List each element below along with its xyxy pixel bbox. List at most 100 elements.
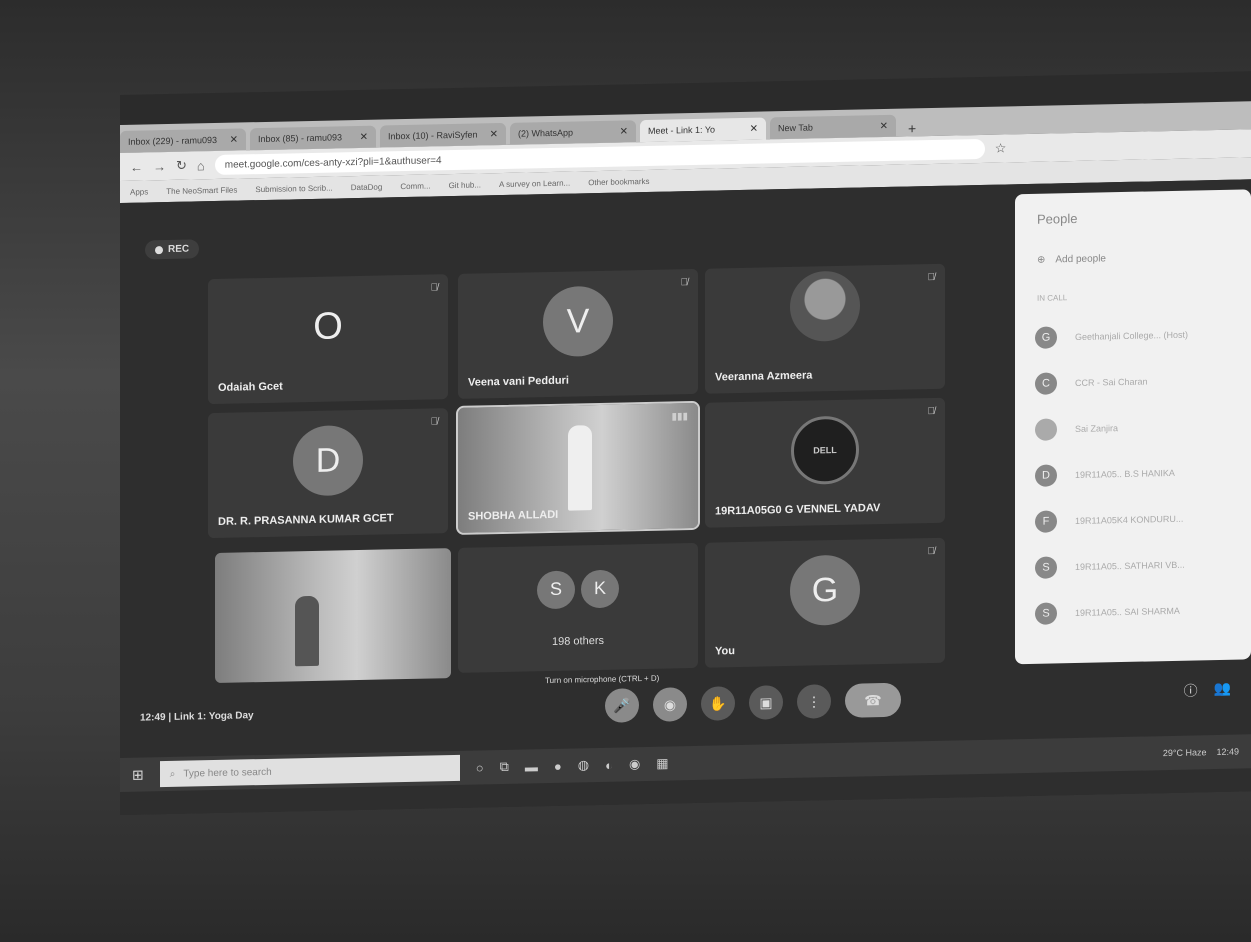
participant-name: DR. R. PRASANNA KUMAR GCET — [218, 512, 394, 528]
windows-taskbar: ⊞ ⌕ Type here to search ○ ⧉ ▬ ● ◍ ◐ ◉ ▦ … — [120, 734, 1251, 792]
search-icon: ⌕ — [169, 768, 176, 780]
bookmark-item[interactable]: Git hub... — [449, 180, 481, 190]
bookmark-item[interactable]: The NeoSmart Files — [166, 185, 237, 195]
record-dot-icon — [155, 245, 163, 254]
video-person — [295, 595, 319, 667]
star-icon[interactable]: ☆ — [995, 140, 1007, 156]
mic-muted-icon: 🎙̸ — [680, 277, 689, 289]
participant-avatar: C — [1035, 372, 1057, 395]
browser-tab[interactable]: Inbox (10) - RaviSyfen ✕ — [380, 122, 506, 148]
home-icon[interactable]: ⌂ — [197, 158, 205, 173]
participant-name: You — [715, 645, 735, 658]
firefox-icon[interactable]: ● — [554, 758, 562, 773]
browser-tab[interactable]: Inbox (229) - ramu093 ✕ — [120, 128, 246, 153]
participant-tile[interactable]: D 🎙̸ DR. R. PRASANNA KUMAR GCET — [208, 408, 448, 539]
close-icon[interactable]: ✕ — [360, 131, 368, 142]
bookmark-item[interactable]: DataDog — [351, 182, 383, 192]
taskbar-search[interactable]: ⌕ Type here to search — [159, 754, 460, 788]
app-icon[interactable]: ◉ — [629, 756, 640, 772]
reload-icon[interactable]: ↻ — [176, 158, 187, 174]
participant-avatar: S — [1035, 602, 1057, 625]
meet-stage: REC O 🎙̸ Odaiah Gcet V 🎙̸ Veena vani Ped… — [120, 179, 1251, 815]
participant-name: CCR - Sai Charan — [1075, 376, 1148, 388]
bookmark-item[interactable]: Apps — [130, 187, 148, 196]
microphone-tooltip: Turn on microphone (CTRL + D) — [545, 673, 660, 686]
windows-start-icon[interactable]: ⊞ — [132, 766, 144, 783]
bookmark-item[interactable]: Submission to Scrib... — [255, 183, 332, 194]
participant-avatar: S — [1035, 556, 1057, 579]
participant-tile[interactable]: V 🎙̸ Veena vani Pedduri — [458, 268, 698, 399]
tray-clock[interactable]: 12:49 — [1216, 747, 1239, 757]
mic-muted-icon: 🎙̸ — [927, 405, 936, 418]
tab-label: (2) WhatsApp — [518, 127, 574, 139]
close-icon[interactable]: ✕ — [620, 126, 628, 137]
raise-hand-icon[interactable]: ✋ — [701, 686, 735, 721]
close-icon[interactable]: ✕ — [490, 129, 498, 140]
mic-muted-icon: 🎙̸ — [430, 416, 439, 428]
people-list-item[interactable]: F 19R11A05K4 KONDURU... — [1035, 506, 1251, 533]
profile-photo — [790, 270, 860, 342]
task-view-icon[interactable]: ⧉ — [500, 759, 509, 775]
side-controls: ⓘ 👥 — [1184, 680, 1231, 701]
participant-name: SHOBHA ALLADI — [468, 508, 559, 523]
browser-tab[interactable]: Inbox (85) - ramu093 ✕ — [250, 125, 376, 151]
participant-avatar: V — [543, 285, 613, 358]
participant-avatar: D — [293, 424, 363, 497]
participant-video-tile[interactable] — [215, 548, 451, 684]
people-icon[interactable]: 👥 — [1214, 680, 1231, 700]
close-icon[interactable]: ✕ — [750, 123, 758, 134]
weather-text[interactable]: 29°C Haze — [1163, 747, 1207, 758]
people-panel: People ⊕ Add people IN CALL G Geethanjali … — [1015, 189, 1251, 665]
video-person — [568, 425, 592, 511]
browser-tab-active[interactable]: Meet - Link 1: Yo ✕ — [640, 117, 766, 143]
participant-avatar: S — [537, 570, 575, 610]
call-controls: 🎤 ◉ ✋ ▣ ⋮ ☎ — [605, 682, 901, 723]
participant-name: 19R11A05.. SAI SHARMA — [1075, 605, 1180, 618]
browser-tab[interactable]: (2) WhatsApp ✕ — [510, 120, 636, 145]
participant-tile[interactable]: 🎙̸ Veeranna Azmeera — [705, 263, 945, 394]
participant-name: Sai Zanjira — [1075, 423, 1119, 434]
mic-muted-icon: 🎙̸ — [430, 282, 439, 294]
new-tab-icon[interactable]: + — [900, 120, 924, 137]
bookmark-item[interactable]: Other bookmarks — [588, 176, 649, 186]
add-people-button[interactable]: ⊕ Add people — [1037, 250, 1251, 265]
file-explorer-icon[interactable]: ▬ — [525, 759, 538, 774]
info-icon[interactable]: ⓘ — [1184, 680, 1198, 700]
cortana-icon[interactable]: ○ — [476, 760, 484, 775]
people-list-item[interactable]: G Geethanjali College... (Host) — [1035, 322, 1251, 349]
tab-label: Meet - Link 1: Yo — [648, 124, 716, 136]
people-list-item[interactable]: Sai Zanjira — [1035, 414, 1251, 441]
store-icon[interactable]: ▦ — [656, 756, 668, 772]
more-options-icon[interactable]: ⋮ — [797, 684, 831, 719]
people-list-item[interactable]: D 19R11A05.. B.S HANIKA — [1035, 460, 1251, 487]
dell-logo-icon: DELL — [791, 415, 859, 485]
participant-video-tile[interactable]: ▮▮▮ SHOBHA ALLADI — [456, 400, 700, 536]
close-icon[interactable]: ✕ — [230, 134, 238, 145]
others-tile[interactable]: S K 198 others — [458, 542, 698, 673]
participant-avatar: O — [313, 304, 343, 348]
browser-tab[interactable]: New Tab ✕ — [770, 114, 896, 140]
people-list-item[interactable]: C CCR - Sai Charan — [1035, 368, 1251, 395]
participant-tile[interactable]: O 🎙̸ Odaiah Gcet — [208, 274, 448, 405]
people-list-item[interactable]: S 19R11A05.. SAI SHARMA — [1035, 598, 1251, 625]
chrome-icon[interactable]: ◍ — [578, 757, 589, 773]
tab-label: Inbox (229) - ramu093 — [128, 134, 218, 147]
panel-title: People — [1037, 210, 1078, 227]
camera-toggle-icon[interactable]: ◉ — [653, 687, 687, 722]
participant-avatar: F — [1035, 510, 1057, 533]
self-tile[interactable]: G 🎙̸ You — [705, 537, 945, 668]
mic-toggle-icon[interactable]: 🎤 — [605, 688, 639, 723]
mic-muted-icon: 🎙̸ — [927, 271, 936, 284]
edge-icon[interactable]: ◐ — [605, 757, 613, 772]
section-label: IN CALL — [1037, 293, 1068, 303]
end-call-icon[interactable]: ☎ — [845, 682, 901, 718]
bookmark-item[interactable]: Comm... — [400, 181, 430, 191]
system-tray: 29°C Haze 12:49 — [1163, 747, 1239, 759]
bookmark-item[interactable]: A survey on Learn... — [499, 178, 570, 188]
close-icon[interactable]: ✕ — [880, 120, 888, 131]
participant-tile[interactable]: DELL 🎙̸ 19R11A05G0 G VENNEL YADAV — [705, 397, 945, 528]
present-screen-icon[interactable]: ▣ — [749, 685, 783, 720]
people-list-item[interactable]: S 19R11A05.. SATHARI VB... — [1035, 552, 1251, 579]
back-icon[interactable]: ← — [130, 159, 143, 174]
forward-icon[interactable]: → — [153, 159, 166, 174]
